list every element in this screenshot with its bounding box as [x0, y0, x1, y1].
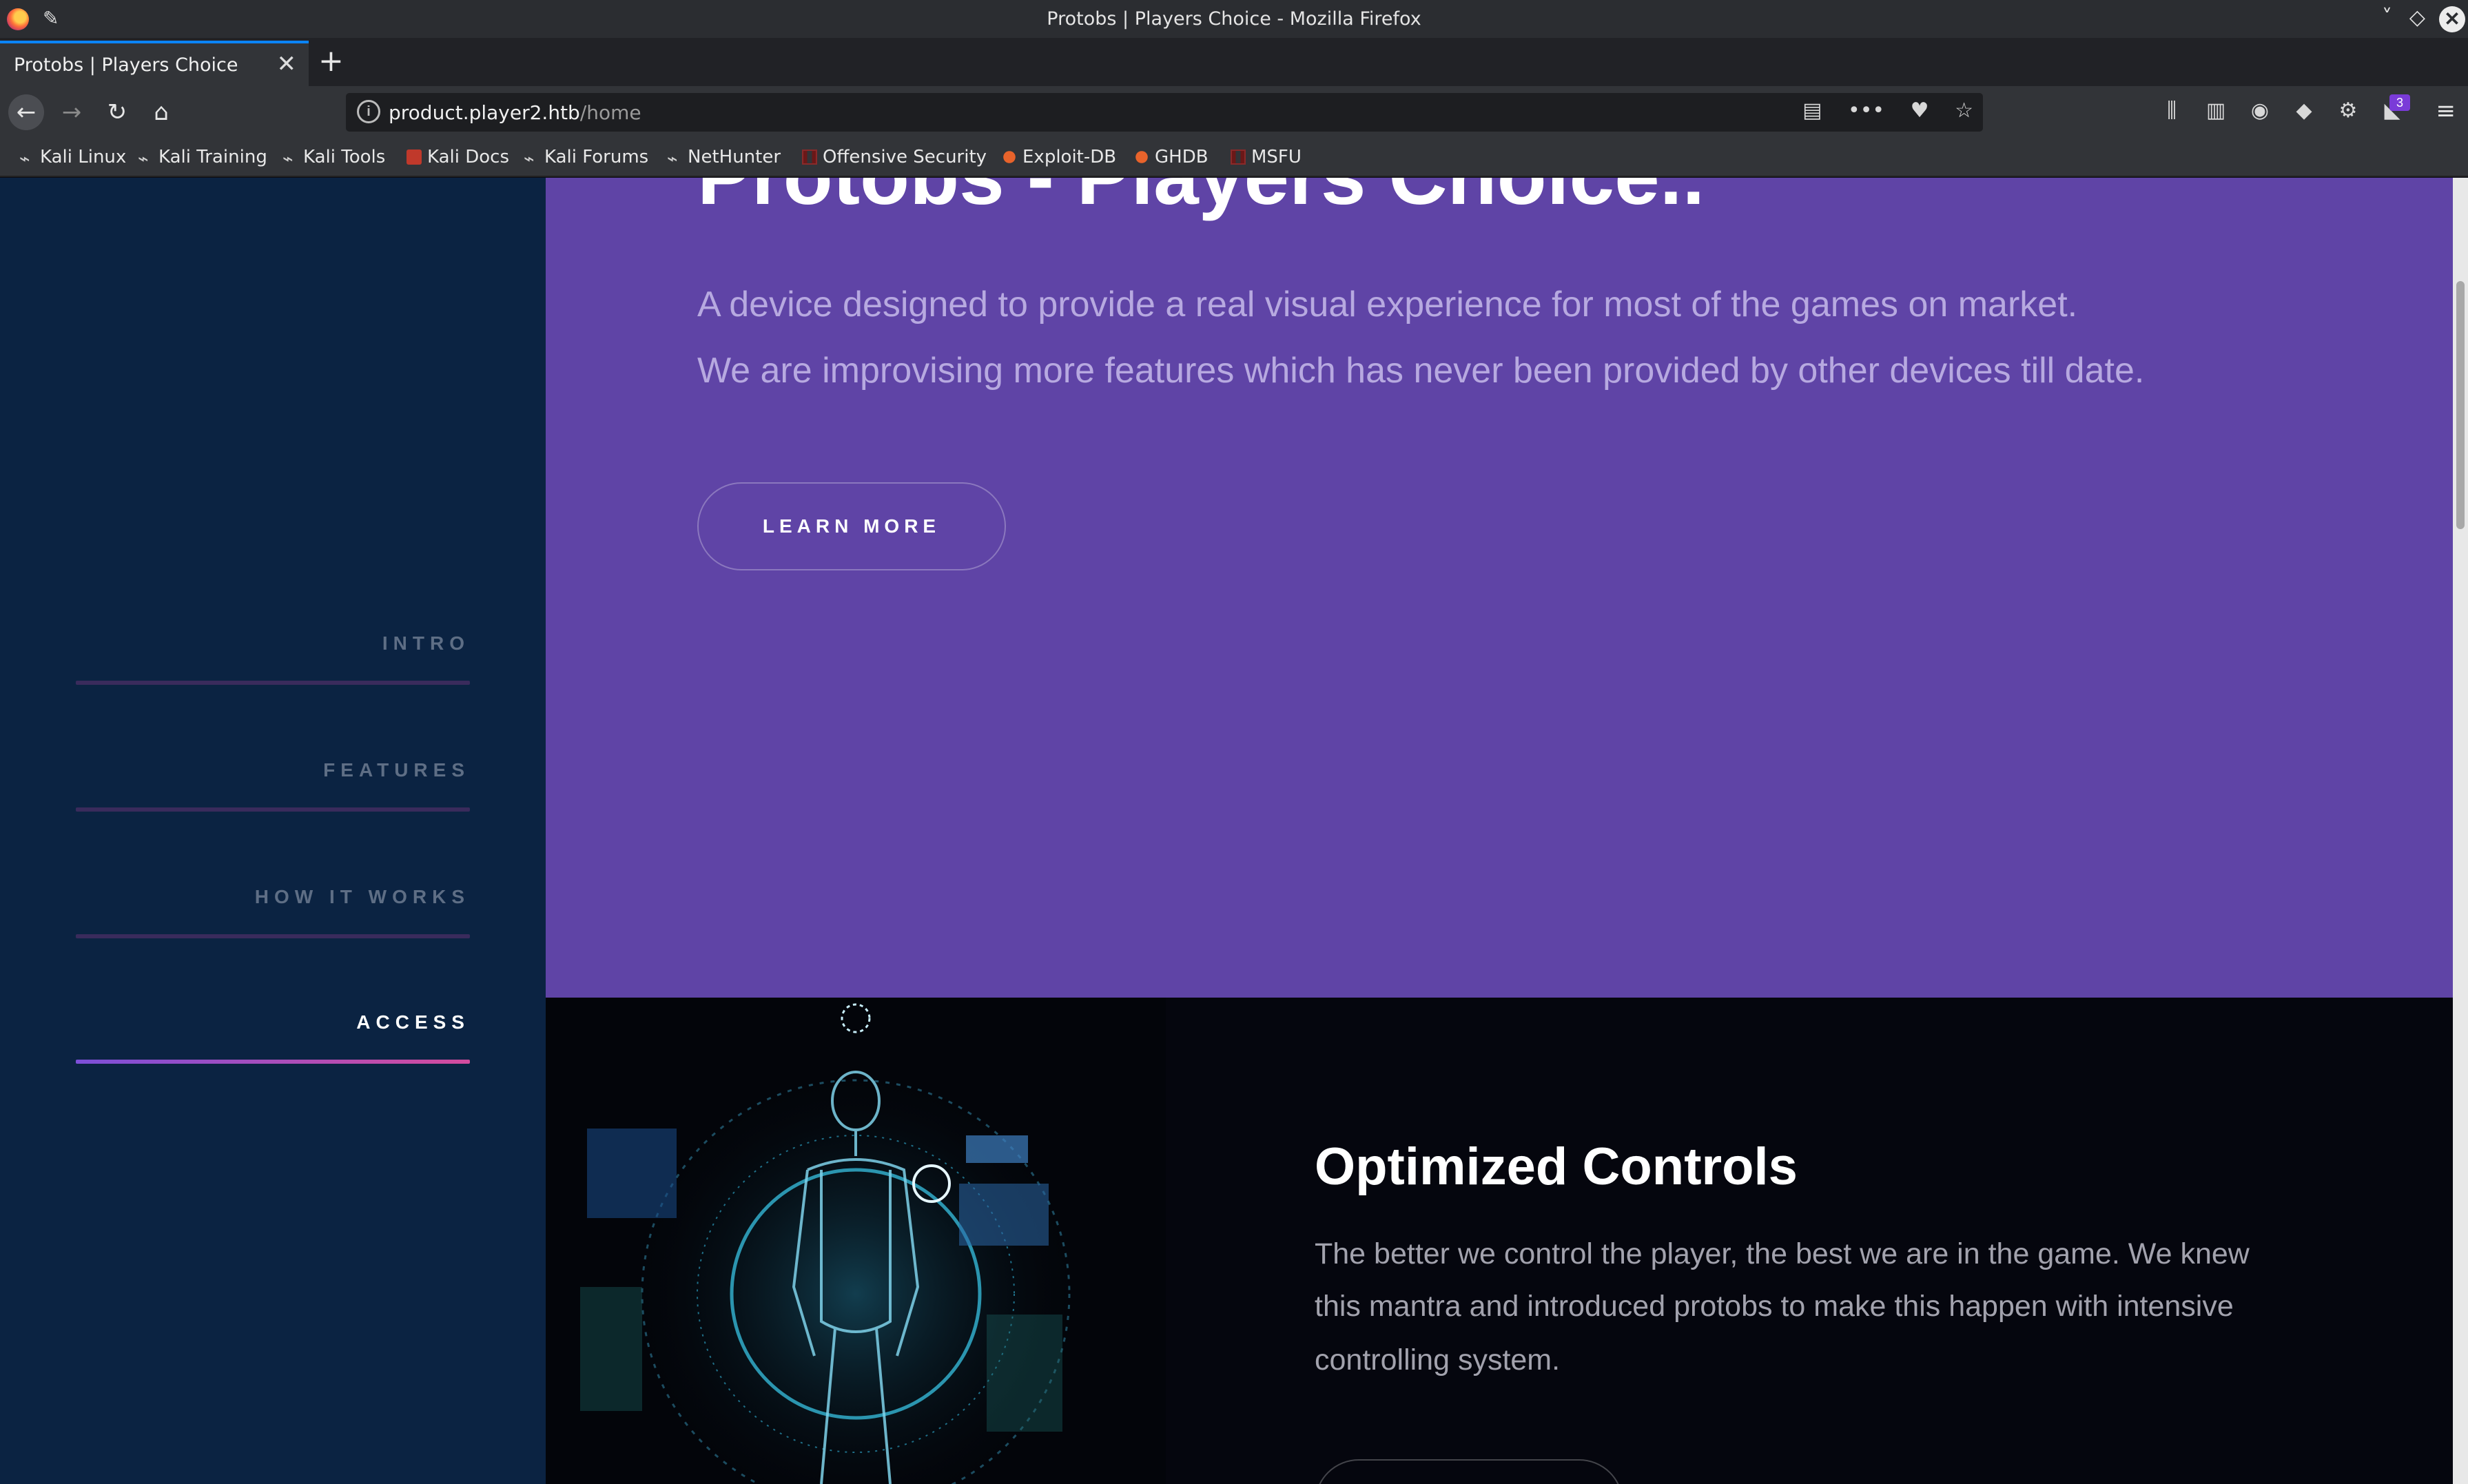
toolbar-icons: ⫼▥◉◆⚙◣ [2150, 99, 2414, 123]
bookmark-kali-linux[interactable]: ⌁ Kali Linux [19, 147, 127, 169]
kali-dragon-icon: ⌁ [138, 149, 149, 169]
home-button[interactable]: ⌂ [143, 94, 179, 130]
site-info-icon[interactable]: i [357, 100, 380, 123]
reader-view-icon[interactable]: ▤ [1802, 99, 1822, 123]
bookmark-label: Exploit-DB [1022, 147, 1117, 167]
sidebar-item-access[interactable]: ACCESS [76, 1011, 470, 1033]
bookmark-star-icon[interactable]: ☆ [1955, 99, 1973, 123]
close-window-button[interactable]: ✕ [2439, 6, 2465, 32]
forward-button[interactable]: → [54, 94, 90, 130]
hamburger-menu-icon[interactable]: ≡ [2436, 97, 2456, 125]
hero-section: Protobs - Players Choice.. A device desi… [546, 178, 2453, 998]
offsec-icon [1231, 150, 1246, 165]
sidebar-item-intro[interactable]: INTRO [76, 632, 470, 655]
bookmark-label: Kali Linux [40, 147, 127, 167]
kali-dragon-icon: ⌁ [19, 149, 30, 169]
url-path: /home [579, 101, 641, 124]
hero-title: Protobs - Players Choice.. [697, 178, 1705, 223]
bookmark-label: Kali Training [158, 147, 267, 167]
bookmark-exploit-db[interactable]: Exploit-DB [1002, 147, 1116, 167]
url-host: product.player2.htb [389, 101, 580, 124]
maximize-icon[interactable]: ◇ [2409, 6, 2425, 30]
addon-orange-icon[interactable]: ◆ [2282, 99, 2326, 123]
learn-more-button[interactable]: LEARN MORE [697, 482, 1006, 570]
address-bar[interactable]: i product.player2.htb/home ▤ ••• ♥ ☆ [346, 93, 1983, 132]
bookmark-label: Kali Forums [544, 147, 649, 167]
kali-dragon-icon: ⌁ [282, 149, 294, 169]
close-tab-icon[interactable]: ✕ [277, 50, 297, 78]
feature-text-line-1: The better we control the player, the be… [1315, 1237, 2250, 1270]
sidebar-nav: INTRO FEATURES HOW IT WORKS ACCESS [0, 178, 546, 1484]
scrollbar-thumb[interactable] [2456, 281, 2465, 529]
sidebar-item-how-it-works[interactable]: HOW IT WORKS [76, 886, 470, 908]
bookmark-label: NetHunter [688, 147, 781, 167]
feature-text-line-2: this mantra and introduced protobs to ma… [1315, 1290, 2234, 1323]
feature-text-line-3: controlling system. [1315, 1343, 1561, 1377]
bookmark-kali-tools[interactable]: ⌁ Kali Tools [282, 147, 386, 169]
sidebar-underline [76, 681, 470, 685]
feature-title: Optimized Controls [1315, 1137, 1798, 1196]
tab-strip: Protobs | Players Choice ✕ + [0, 38, 2468, 86]
back-button[interactable]: ← [8, 94, 44, 130]
bookmark-ghdb[interactable]: GHDB [1134, 147, 1209, 167]
sidebar-item-features[interactable]: FEATURES [76, 759, 470, 781]
url-text[interactable]: product.player2.htb/home [389, 101, 641, 124]
offsec-icon [802, 150, 817, 165]
exploitdb-icon [1135, 151, 1148, 163]
navigation-toolbar: ← → ↻ ⌂ i product.player2.htb/home ▤ •••… [0, 86, 2468, 138]
holographic-body-image [546, 998, 1166, 1484]
bookmark-label: GHDB [1155, 147, 1209, 167]
hero-description-line-1: A device designed to provide a real visu… [697, 285, 2078, 324]
tab-protobs[interactable]: Protobs | Players Choice ✕ [0, 41, 309, 86]
addon-cookie-icon[interactable]: ⚙ [2326, 99, 2370, 123]
pocket-icon[interactable]: ♥ [1911, 99, 1929, 123]
addon-badge: 3 [2389, 94, 2410, 111]
sidebar-underline [76, 807, 470, 812]
kali-docs-icon [407, 150, 422, 165]
bookmark-label: MSFU [1251, 147, 1302, 167]
page-actions-icon[interactable]: ••• [1848, 99, 1884, 123]
kali-dragon-icon: ⌁ [524, 149, 535, 169]
reload-button[interactable]: ↻ [99, 94, 135, 130]
library-icon[interactable]: ⫼ [2150, 99, 2194, 123]
url-actions: ▤ ••• ♥ ☆ [1783, 99, 1973, 123]
hero-description-line-2: We are improvising more features which h… [697, 351, 2145, 391]
bookmark-msfu[interactable]: MSFU [1231, 147, 1302, 167]
account-icon[interactable]: ◉ [2238, 99, 2282, 123]
tab-title: Protobs | Players Choice [14, 54, 238, 76]
sidebar-underline [76, 934, 470, 938]
bookmark-kali-docs[interactable]: Kali Docs [407, 147, 509, 167]
window-title: Protobs | Players Choice - Mozilla Firef… [1047, 8, 1421, 30]
kali-dragon-icon: ⌁ [667, 149, 678, 169]
sidebar-toggle-icon[interactable]: ▥ [2194, 99, 2238, 123]
feature-section: Optimized Controls The better we control… [546, 998, 2453, 1484]
page-viewport: INTRO FEATURES HOW IT WORKS ACCESS Proto… [0, 178, 2468, 1484]
window-titlebar: ✎ Protobs | Players Choice - Mozilla Fir… [0, 0, 2468, 38]
holographic-figure-graphic [580, 1003, 1083, 1484]
page-scrollbar[interactable] [2453, 178, 2468, 1484]
minimize-icon[interactable]: ˅ [2382, 6, 2392, 30]
bookmark-kali-training[interactable]: ⌁ Kali Training [138, 147, 267, 169]
bookmark-offensive-security[interactable]: Offensive Security [802, 147, 987, 167]
feature-button[interactable] [1315, 1459, 1623, 1484]
bookmark-kali-forums[interactable]: ⌁ Kali Forums [524, 147, 649, 169]
sidebar-underline-active [76, 1060, 470, 1064]
bookmark-label: Offensive Security [823, 147, 987, 167]
new-tab-button[interactable]: + [318, 43, 344, 79]
exploitdb-icon [1003, 151, 1016, 163]
bookmark-nethunter[interactable]: ⌁ NetHunter [667, 147, 781, 169]
bookmark-label: Kali Docs [427, 147, 510, 167]
bookmarks-toolbar: ⌁ Kali Linux ⌁ Kali Training ⌁ Kali Tools K… [0, 138, 2468, 177]
bookmark-label: Kali Tools [303, 147, 386, 167]
